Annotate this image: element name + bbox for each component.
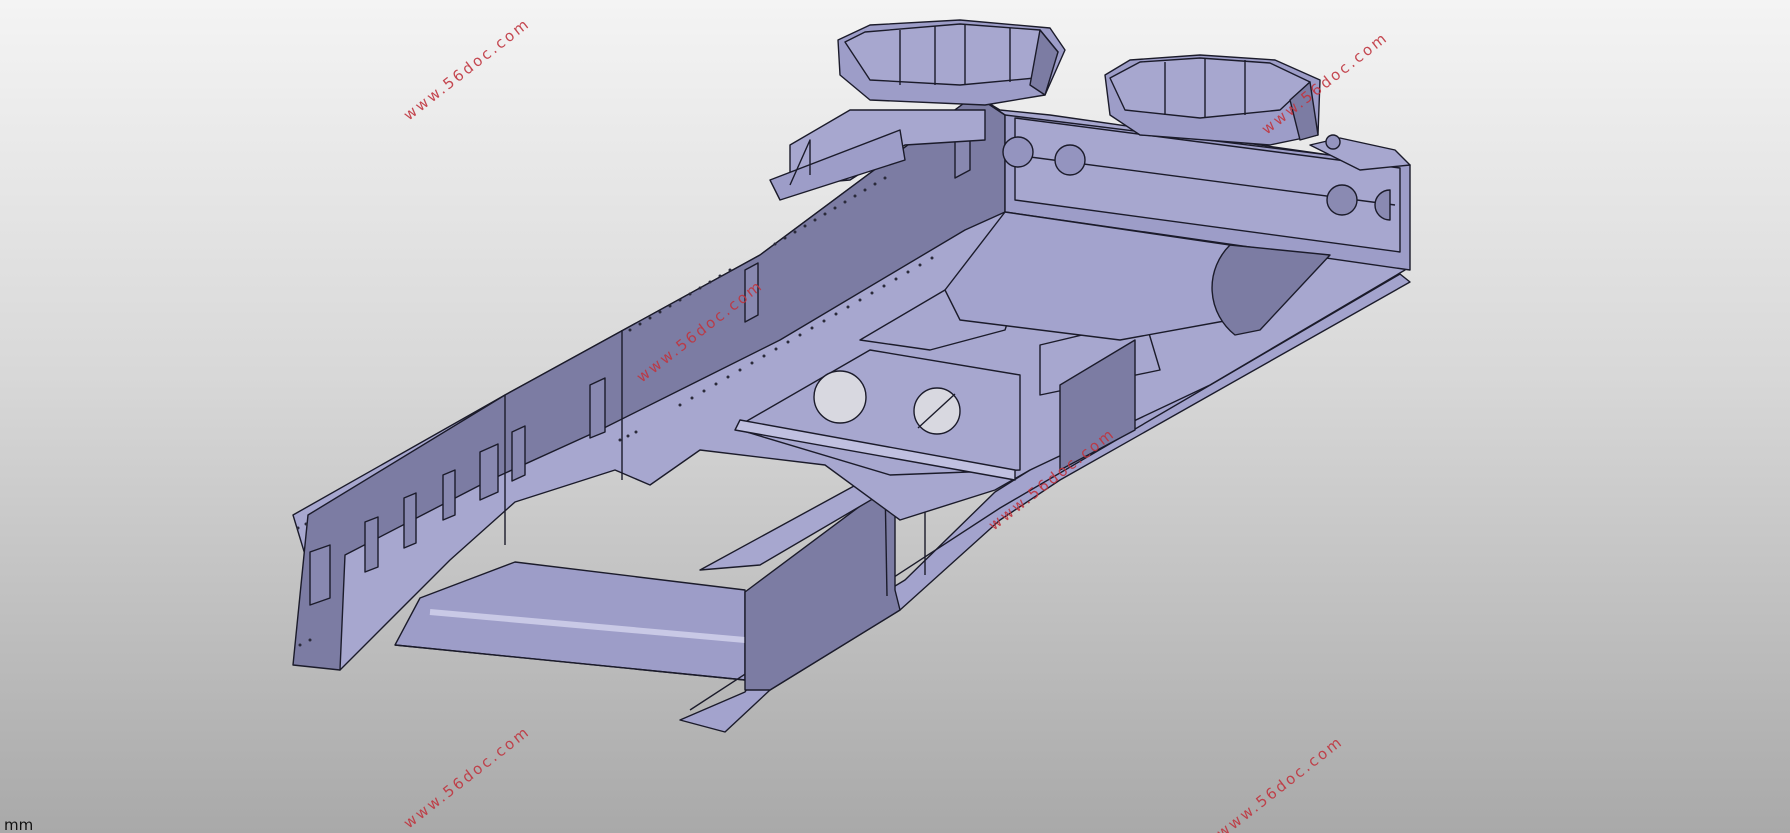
front-box-hole-2 [1054,144,1086,176]
units-label: mm [4,816,34,833]
front-box-hole-3 [1326,184,1358,216]
rear-tube-crossmember [394,561,746,681]
cad-3d-viewport[interactable]: www.56doc.com www.56doc.com www.56doc.co… [0,0,1790,833]
cylinder-housing-left [837,19,1066,106]
crossmember-hole-left [813,370,867,424]
front-box-hole-1 [1002,136,1034,168]
chassis-frame-model[interactable] [0,0,1790,833]
